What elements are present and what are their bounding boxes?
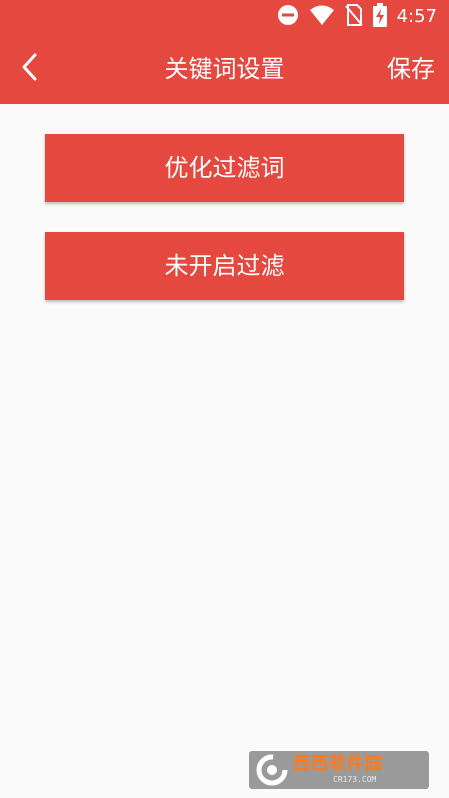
watermark-url: CR173.COM	[333, 775, 377, 784]
battery-charging-icon	[372, 3, 387, 31]
page-title: 关键词设置	[164, 55, 285, 83]
filter-toggle-button[interactable]: 未开启过滤	[45, 232, 404, 300]
status-bar: 4:57	[0, 0, 449, 34]
watermark-text: 西西软件园 CR173.COM	[293, 756, 383, 784]
wifi-icon	[309, 4, 335, 30]
optimize-filter-words-button[interactable]: 优化过滤词	[45, 134, 404, 202]
back-button[interactable]	[8, 47, 52, 91]
watermark-brand: 西西软件园	[293, 754, 383, 774]
dnd-icon	[277, 4, 299, 30]
chevron-left-icon	[19, 52, 41, 86]
toolbar: 关键词设置 保存	[0, 34, 449, 104]
cr-logo-icon	[255, 753, 289, 787]
status-time: 4:57	[396, 6, 437, 27]
no-sim-icon	[344, 4, 363, 30]
save-button[interactable]: 保存	[387, 34, 435, 104]
watermark: 西西软件园 CR173.COM	[249, 751, 429, 789]
status-icons: 4:57	[277, 3, 437, 31]
